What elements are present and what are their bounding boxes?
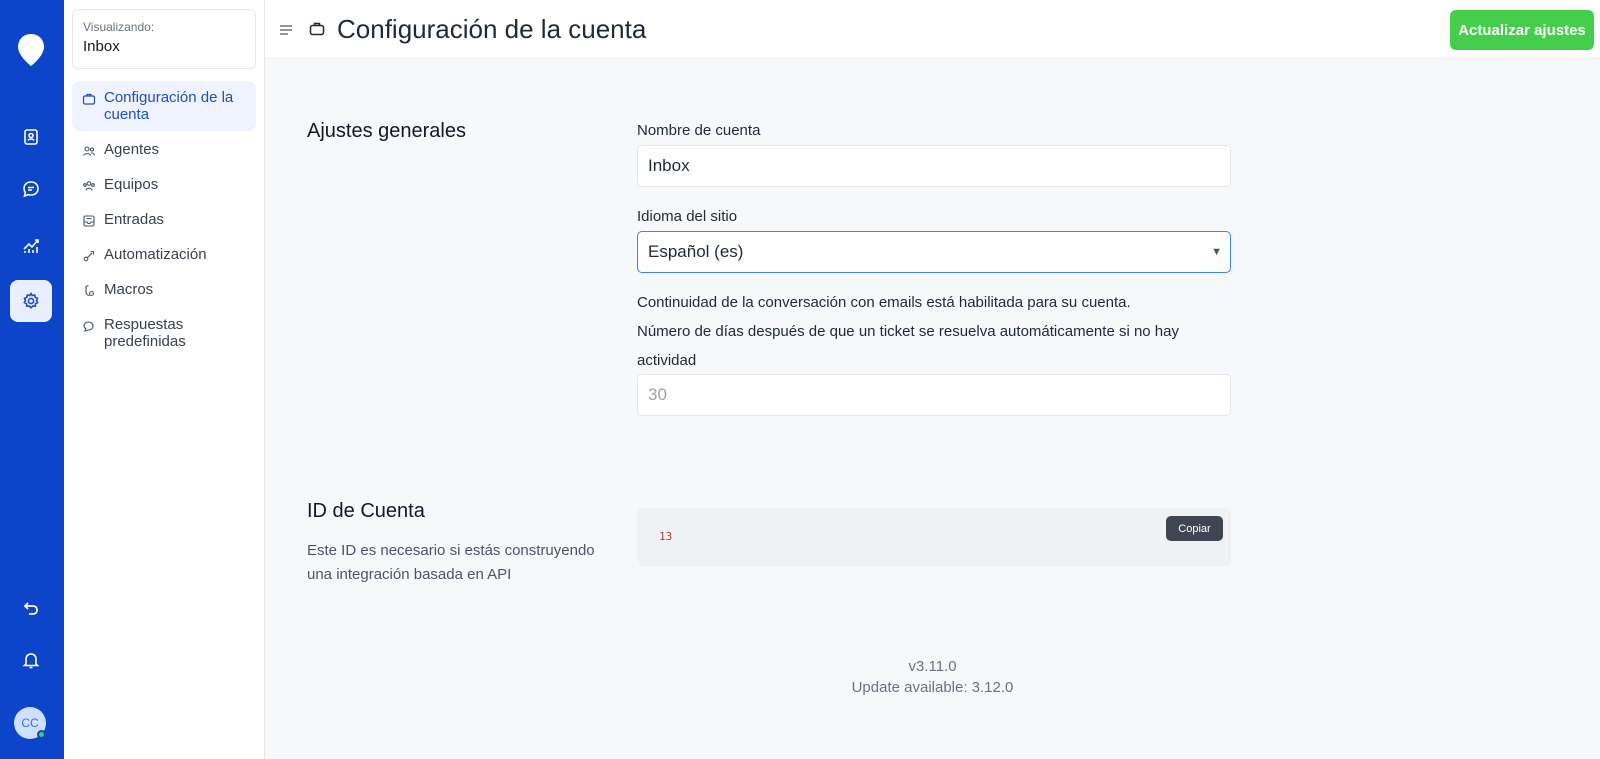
chat-bubbles-icon — [83, 321, 94, 332]
undo-icon — [23, 602, 38, 615]
settings-icon — [23, 291, 39, 309]
sidebar-item-account-settings[interactable]: Configuración de la cuenta — [72, 81, 256, 131]
online-status-dot — [37, 730, 46, 739]
conversations-nav-button[interactable] — [10, 168, 52, 210]
briefcase-icon — [82, 93, 96, 105]
page-header: Configuración de la cuenta Actualizar aj… — [265, 0, 1600, 59]
auto-resolve-placeholder: 30 — [648, 385, 667, 404]
account-id-value: 13 — [659, 530, 673, 543]
sidebar-item-label: Equipos — [104, 176, 159, 193]
reports-nav-button[interactable] — [10, 225, 52, 267]
page-title: Configuración de la cuenta — [337, 14, 647, 44]
language-value: Español (es) — [648, 242, 744, 261]
sidebar-item-label: Entradas — [104, 211, 165, 228]
logo-icon[interactable] — [16, 32, 46, 68]
contacts-icon — [24, 129, 38, 145]
account-id-description: Este ID es necesario si estás construyen… — [307, 542, 595, 583]
account-switcher[interactable]: Visualizando: Inbox — [72, 9, 256, 69]
briefcase-icon — [309, 22, 325, 36]
update-available-text: Update available: 3.12.0 — [851, 679, 1014, 696]
sidebar-item-label: Automatización — [104, 246, 207, 263]
people-icon — [82, 146, 96, 156]
account-name-value: Inbox — [648, 156, 690, 175]
user-avatar[interactable]: CC — [14, 707, 46, 739]
account-id-code-box: 13 Copiar — [637, 508, 1231, 566]
auto-resolve-input[interactable]: 30 — [637, 374, 1231, 416]
general-settings-title: Ajustes generales — [307, 120, 466, 142]
sidebar-item-label: Macros — [104, 281, 154, 298]
update-settings-button[interactable]: Actualizar ajustes — [1450, 10, 1594, 50]
primary-nav-rail: CC — [0, 0, 64, 759]
switcher-label: Visualizando: — [83, 20, 155, 34]
settings-nav-button[interactable] — [10, 280, 52, 322]
copy-button[interactable]: Copiar — [1166, 516, 1223, 541]
switcher-value: Inbox — [83, 38, 120, 55]
reports-icon — [23, 239, 39, 253]
continuity-text: Continuidad de la conversación con email… — [637, 294, 1131, 311]
menu-toggle-icon[interactable] — [279, 24, 293, 36]
sidebar-item-teams[interactable]: Equipos — [72, 168, 256, 201]
undo-nav-button[interactable] — [10, 587, 52, 629]
language-select[interactable]: Español (es) ▼ — [637, 231, 1231, 273]
inbox-icon — [83, 215, 95, 227]
account-id-title: ID de Cuenta — [307, 500, 425, 522]
bell-icon — [22, 653, 40, 669]
notifications-nav-button[interactable] — [10, 639, 52, 681]
auto-resolve-label: Número de días después de que un ticket … — [637, 323, 1179, 369]
sidebar-item-automation[interactable]: Automatización — [72, 238, 256, 271]
sidebar-item-agents[interactable]: Agentes — [72, 133, 256, 166]
account-name-input[interactable]: Inbox — [637, 145, 1231, 187]
settings-sidebar: Visualizando: Inbox Configuración de la … — [64, 0, 265, 759]
main-content: Ajustes generales Nombre de cuenta Inbox… — [265, 59, 1600, 759]
conversations-icon — [23, 181, 39, 198]
sidebar-item-inboxes[interactable]: Entradas — [72, 203, 256, 236]
sidebar-item-label: Configuración de la cuenta — [104, 89, 234, 123]
sidebar-item-label: Agentes — [104, 141, 160, 158]
sidebar-item-canned-responses[interactable]: Respuestas predefinidas — [72, 308, 256, 358]
language-label: Idioma del sitio — [637, 208, 738, 225]
account-name-label: Nombre de cuenta — [637, 122, 761, 139]
version-text: v3.11.0 — [908, 658, 957, 675]
avatar-initials: CC — [21, 716, 39, 730]
settings-menu: Configuración de la cuenta Agentes Equip… — [72, 81, 256, 360]
sidebar-item-macros[interactable]: Macros — [72, 273, 256, 306]
contacts-nav-button[interactable] — [10, 116, 52, 158]
chevron-down-icon: ▼ — [1211, 246, 1222, 258]
automation-icon — [83, 250, 95, 262]
macros-icon — [85, 285, 95, 297]
teams-icon — [83, 181, 95, 191]
sidebar-item-label: Respuestas predefinidas — [104, 316, 186, 350]
